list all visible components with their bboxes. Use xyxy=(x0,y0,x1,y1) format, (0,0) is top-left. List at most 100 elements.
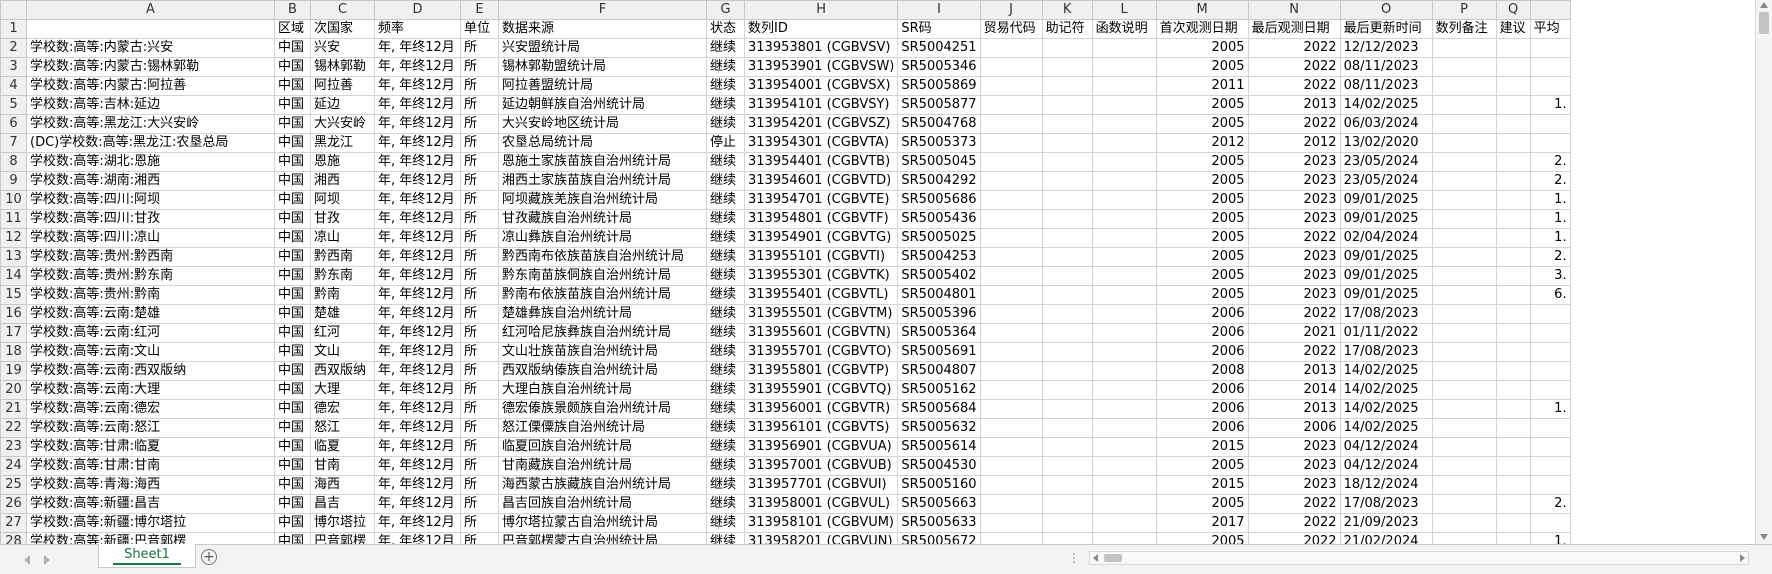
cell[interactable] xyxy=(1091,437,1157,457)
cell[interactable]: 313954701 (CGBVTE) xyxy=(743,190,899,210)
cell[interactable] xyxy=(1091,57,1157,77)
cell[interactable] xyxy=(979,76,1043,96)
cell[interactable]: 年, 年终12月 xyxy=(374,456,461,476)
cell[interactable]: 13/02/2020 xyxy=(1339,133,1433,153)
select-all-corner[interactable] xyxy=(0,0,27,20)
cell[interactable]: 继续 xyxy=(706,190,745,210)
cell[interactable]: 海西 xyxy=(310,475,375,495)
cell[interactable]: 继续 xyxy=(706,513,745,533)
row-header[interactable]: 20 xyxy=(0,380,27,400)
cell[interactable]: 继续 xyxy=(706,114,745,134)
cell[interactable]: 中国 xyxy=(274,342,311,362)
cell[interactable] xyxy=(1041,418,1093,438)
row-header[interactable]: 15 xyxy=(0,285,27,305)
cell[interactable]: 德宏傣族景颇族自治州统计局 xyxy=(498,399,707,419)
cell[interactable] xyxy=(1495,266,1531,286)
cell[interactable]: 年, 年终12月 xyxy=(374,323,461,343)
cell[interactable]: 继续 xyxy=(706,95,745,115)
cell[interactable]: 所 xyxy=(460,532,499,544)
cell[interactable] xyxy=(1041,361,1093,381)
cell[interactable]: 2006 xyxy=(1155,380,1249,400)
cell[interactable] xyxy=(1431,285,1497,305)
cell[interactable] xyxy=(1041,532,1093,544)
cell[interactable]: 3. xyxy=(1529,266,1571,286)
cell[interactable] xyxy=(1431,190,1497,210)
cell[interactable]: SR5005436 xyxy=(897,209,981,229)
cell[interactable] xyxy=(1529,437,1571,457)
cell[interactable]: 04/12/2024 xyxy=(1339,437,1433,457)
cell[interactable]: 09/01/2025 xyxy=(1339,266,1433,286)
cell[interactable]: 年, 年终12月 xyxy=(374,532,461,544)
cell[interactable]: 313958001 (CGBVUL) xyxy=(743,494,899,514)
cell[interactable] xyxy=(1091,513,1157,533)
cell[interactable]: 临夏 xyxy=(310,437,375,457)
cell[interactable] xyxy=(1495,494,1531,514)
cell[interactable]: 2005 xyxy=(1155,152,1249,172)
cell[interactable]: 所 xyxy=(460,133,499,153)
cell[interactable] xyxy=(1495,342,1531,362)
cell[interactable]: 年, 年终12月 xyxy=(374,38,461,58)
cell[interactable]: 1. xyxy=(1529,190,1571,210)
header-cell[interactable]: 数列备注 xyxy=(1431,19,1497,39)
cell[interactable]: 21/02/2024 xyxy=(1339,532,1433,544)
column-header[interactable]: F xyxy=(498,0,707,20)
cell[interactable] xyxy=(1431,475,1497,495)
cell[interactable] xyxy=(1041,380,1093,400)
cell[interactable]: 所 xyxy=(460,228,499,248)
cell[interactable]: SR5005672 xyxy=(897,532,981,544)
cell[interactable] xyxy=(1091,456,1157,476)
row-header[interactable]: 28 xyxy=(0,532,27,544)
cell[interactable]: 中国 xyxy=(274,399,311,419)
cell[interactable] xyxy=(979,152,1043,172)
cell[interactable]: 2013 xyxy=(1247,399,1341,419)
cell[interactable]: 2023 xyxy=(1247,437,1341,457)
cell[interactable] xyxy=(1495,190,1531,210)
cell[interactable] xyxy=(1091,323,1157,343)
hscroll-thumb[interactable] xyxy=(1104,554,1122,562)
cell[interactable] xyxy=(979,532,1043,544)
cell[interactable]: 继续 xyxy=(706,247,745,267)
cell[interactable]: 2. xyxy=(1529,247,1571,267)
cell[interactable]: 08/11/2023 xyxy=(1339,57,1433,77)
cell[interactable] xyxy=(1431,380,1497,400)
cell[interactable]: 德宏 xyxy=(310,399,375,419)
cell[interactable]: 继续 xyxy=(706,266,745,286)
cell[interactable]: 313955401 (CGBVTL) xyxy=(743,285,899,305)
cell[interactable]: 文山 xyxy=(310,342,375,362)
cell[interactable]: SR5005045 xyxy=(897,152,981,172)
cell[interactable]: 中国 xyxy=(274,190,311,210)
cell[interactable] xyxy=(1495,152,1531,172)
cell[interactable]: 年, 年终12月 xyxy=(374,228,461,248)
cell[interactable]: 博尔塔拉蒙古自治州统计局 xyxy=(498,513,707,533)
cell[interactable]: SR5004530 xyxy=(897,456,981,476)
cell[interactable] xyxy=(1495,475,1531,495)
cell[interactable]: 继续 xyxy=(706,76,745,96)
cell[interactable]: 中国 xyxy=(274,114,311,134)
cell[interactable] xyxy=(979,399,1043,419)
cell[interactable] xyxy=(1041,399,1093,419)
cell[interactable] xyxy=(1091,152,1157,172)
column-header[interactable]: K xyxy=(1041,0,1093,20)
cell[interactable]: 313955801 (CGBVTP) xyxy=(743,361,899,381)
cell[interactable]: 所 xyxy=(460,361,499,381)
cell[interactable] xyxy=(1495,133,1531,153)
cell[interactable] xyxy=(1041,285,1093,305)
row-header[interactable]: 3 xyxy=(0,57,27,77)
scroll-thumb[interactable] xyxy=(1759,12,1769,34)
cell[interactable]: 所 xyxy=(460,456,499,476)
cell[interactable] xyxy=(1041,190,1093,210)
cell[interactable]: 继续 xyxy=(706,209,745,229)
cell[interactable]: 兴安盟统计局 xyxy=(498,38,707,58)
cell[interactable]: SR5004251 xyxy=(897,38,981,58)
cell[interactable]: 所 xyxy=(460,57,499,77)
cell[interactable]: 延边朝鲜族自治州统计局 xyxy=(498,95,707,115)
cell[interactable] xyxy=(1529,513,1571,533)
cell[interactable]: 04/12/2024 xyxy=(1339,456,1433,476)
cell[interactable]: 中国 xyxy=(274,532,311,544)
row-header[interactable]: 17 xyxy=(0,323,27,343)
cell[interactable]: 2005 xyxy=(1155,456,1249,476)
header-cell[interactable]: 单位 xyxy=(460,19,499,39)
cell[interactable]: 17/08/2023 xyxy=(1339,494,1433,514)
cell[interactable] xyxy=(1495,361,1531,381)
cell[interactable] xyxy=(979,114,1043,134)
